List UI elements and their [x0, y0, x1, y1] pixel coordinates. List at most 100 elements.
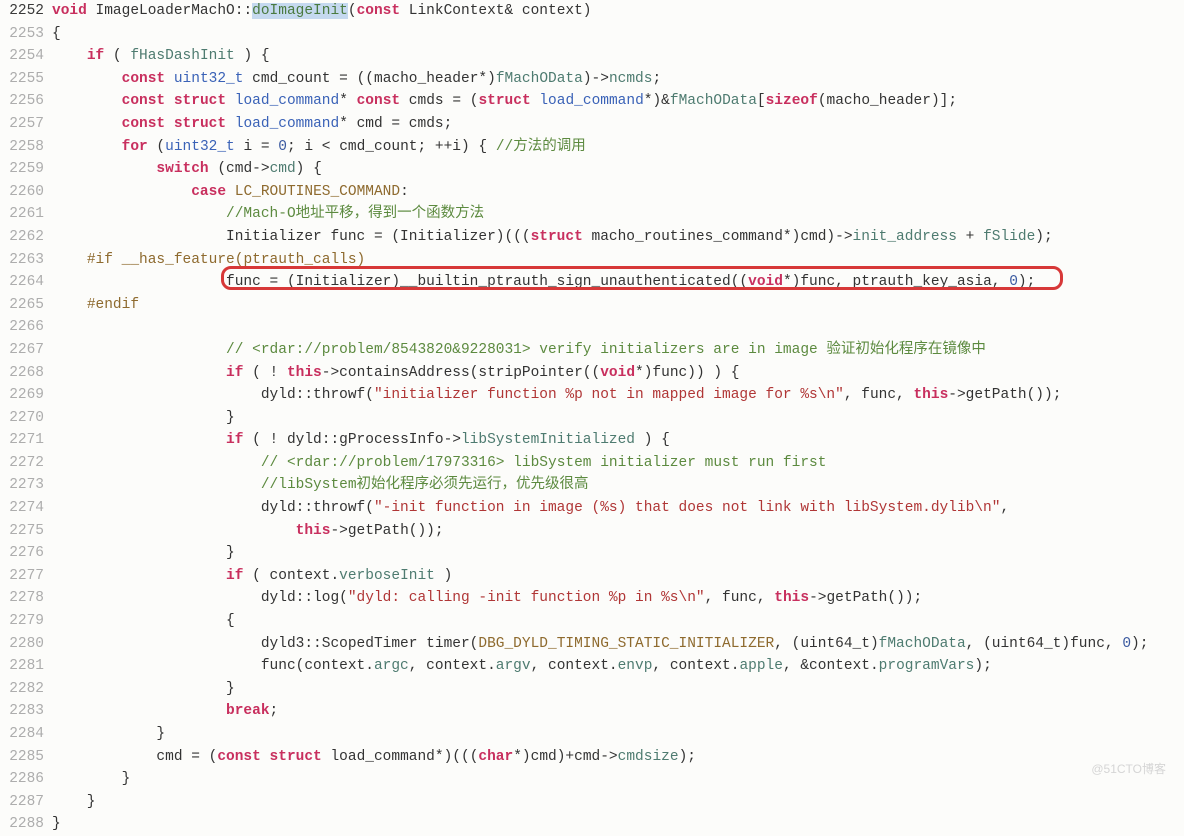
code-line[interactable]: #if __has_feature(ptrauth_calls)	[52, 249, 1184, 272]
line-number: 2259	[0, 158, 44, 181]
code-line[interactable]: if ( ! this->containsAddress(stripPointe…	[52, 362, 1184, 385]
code-line[interactable]: // <rdar://problem/17973316> libSystem i…	[52, 452, 1184, 475]
code-token: void	[600, 365, 635, 381]
code-line[interactable]: dyld3::ScopedTimer timer(DBG_DYLD_TIMING…	[52, 633, 1184, 656]
code-line[interactable]	[52, 316, 1184, 339]
code-token: cmd	[270, 161, 296, 177]
code-token: struct	[270, 749, 322, 765]
code-token: }	[52, 794, 96, 810]
code-line[interactable]: cmd = (const struct load_command*)(((cha…	[52, 746, 1184, 769]
code-token	[165, 116, 174, 132]
code-token	[52, 252, 87, 268]
code-line[interactable]: func(context.argc, context.argv, context…	[52, 655, 1184, 678]
code-token: const	[122, 93, 166, 109]
line-number: 2287	[0, 791, 44, 814]
code-line[interactable]: // <rdar://problem/8543820&9228031> veri…	[52, 339, 1184, 362]
line-number: 2286	[0, 768, 44, 791]
code-token	[52, 184, 191, 200]
code-token: );	[974, 658, 991, 674]
code-token: ImageLoaderMachO::	[87, 3, 252, 19]
code-line[interactable]: func = (Initializer)__builtin_ptrauth_si…	[52, 271, 1184, 294]
code-line[interactable]: #endif	[52, 294, 1184, 317]
line-number: 2282	[0, 678, 44, 701]
line-number: 2256	[0, 90, 44, 113]
code-token	[52, 568, 226, 584]
line-number: 2264	[0, 271, 44, 294]
code-line[interactable]: }	[52, 768, 1184, 791]
code-token: , func,	[705, 590, 775, 606]
code-token: ) {	[635, 432, 670, 448]
code-token: cmd = (	[52, 749, 217, 765]
code-token: const	[122, 116, 166, 132]
code-token: 0	[1009, 274, 1018, 290]
code-line[interactable]: }	[52, 723, 1184, 746]
code-line[interactable]: const struct load_command* cmd = cmds;	[52, 113, 1184, 136]
line-number: 2277	[0, 565, 44, 588]
code-token: ->getPath());	[809, 590, 922, 606]
code-line[interactable]: {	[52, 23, 1184, 46]
code-token: dyld::throwf(	[52, 387, 374, 403]
code-token	[52, 297, 87, 313]
code-line[interactable]: if ( ! dyld::gProcessInfo->libSystemInit…	[52, 429, 1184, 452]
code-token: dyld::throwf(	[52, 500, 374, 516]
code-token: cmds = (	[400, 93, 478, 109]
line-number: 2253	[0, 23, 44, 46]
line-number: 2262	[0, 226, 44, 249]
code-line[interactable]: {	[52, 610, 1184, 633]
code-token	[52, 342, 226, 358]
code-token: void	[748, 274, 783, 290]
code-token: func = (Initializer)__builtin_ptrauth_si…	[52, 274, 748, 290]
code-token: ( ! dyld::gProcessInfo->	[243, 432, 461, 448]
code-line[interactable]: if ( fHasDashInit ) {	[52, 45, 1184, 68]
code-token: *)func)) ) {	[635, 365, 739, 381]
code-token: (macho_header)];	[818, 93, 957, 109]
code-line[interactable]: if ( context.verboseInit )	[52, 565, 1184, 588]
code-token: ncmds	[609, 71, 653, 87]
code-token	[52, 365, 226, 381]
code-pane[interactable]: void ImageLoaderMachO::doImageInit(const…	[52, 0, 1184, 836]
code-token: argv	[496, 658, 531, 674]
code-token: (	[104, 48, 130, 64]
code-line[interactable]: }	[52, 542, 1184, 565]
line-number: 2268	[0, 362, 44, 385]
code-line[interactable]: //Mach-O地址平移，得到一个函数方法	[52, 203, 1184, 226]
code-line[interactable]: }	[52, 678, 1184, 701]
code-token: libSystemInitialized	[461, 432, 635, 448]
code-token: case	[191, 184, 226, 200]
code-line[interactable]: const struct load_command* const cmds = …	[52, 90, 1184, 113]
code-token: (cmd->	[209, 161, 270, 177]
code-token: argc	[374, 658, 409, 674]
code-line[interactable]: case LC_ROUTINES_COMMAND:	[52, 181, 1184, 204]
code-line[interactable]: for (uint32_t i = 0; i < cmd_count; ++i)…	[52, 136, 1184, 159]
code-token	[52, 432, 226, 448]
code-line[interactable]: //libSystem初始化程序必须先运行，优先级很高	[52, 474, 1184, 497]
code-editor[interactable]: 2252225322542255225622572258225922602261…	[0, 0, 1184, 836]
code-line[interactable]: dyld::throwf("-init function in image (%…	[52, 497, 1184, 520]
code-line[interactable]: switch (cmd->cmd) {	[52, 158, 1184, 181]
code-line[interactable]: }	[52, 791, 1184, 814]
line-number: 2263	[0, 249, 44, 272]
code-token: )->	[583, 71, 609, 87]
code-token: ->getPath());	[948, 387, 1061, 403]
code-token: cmdsize	[618, 749, 679, 765]
code-token: envp	[618, 658, 653, 674]
code-line[interactable]: Initializer func = (Initializer)(((struc…	[52, 226, 1184, 249]
code-line[interactable]: dyld::throwf("initializer function %p no…	[52, 384, 1184, 407]
code-line[interactable]: void ImageLoaderMachO::doImageInit(const…	[52, 0, 1184, 23]
code-token: this	[287, 365, 322, 381]
code-line[interactable]: this->getPath());	[52, 520, 1184, 543]
code-token: (	[148, 139, 165, 155]
code-token: #endif	[87, 297, 139, 313]
code-token: *)cmd)+cmd->	[513, 749, 617, 765]
code-line[interactable]: }	[52, 813, 1184, 836]
code-token: , context.	[409, 658, 496, 674]
code-token: ;	[270, 703, 279, 719]
line-number: 2252	[0, 0, 44, 23]
code-token: DBG_DYLD_TIMING_STATIC_INITIALIZER	[478, 636, 774, 652]
code-line[interactable]: break;	[52, 700, 1184, 723]
code-token: :	[400, 184, 409, 200]
code-token: char	[478, 749, 513, 765]
code-line[interactable]: }	[52, 407, 1184, 430]
code-line[interactable]: dyld::log("dyld: calling -init function …	[52, 587, 1184, 610]
code-line[interactable]: const uint32_t cmd_count = ((macho_heade…	[52, 68, 1184, 91]
